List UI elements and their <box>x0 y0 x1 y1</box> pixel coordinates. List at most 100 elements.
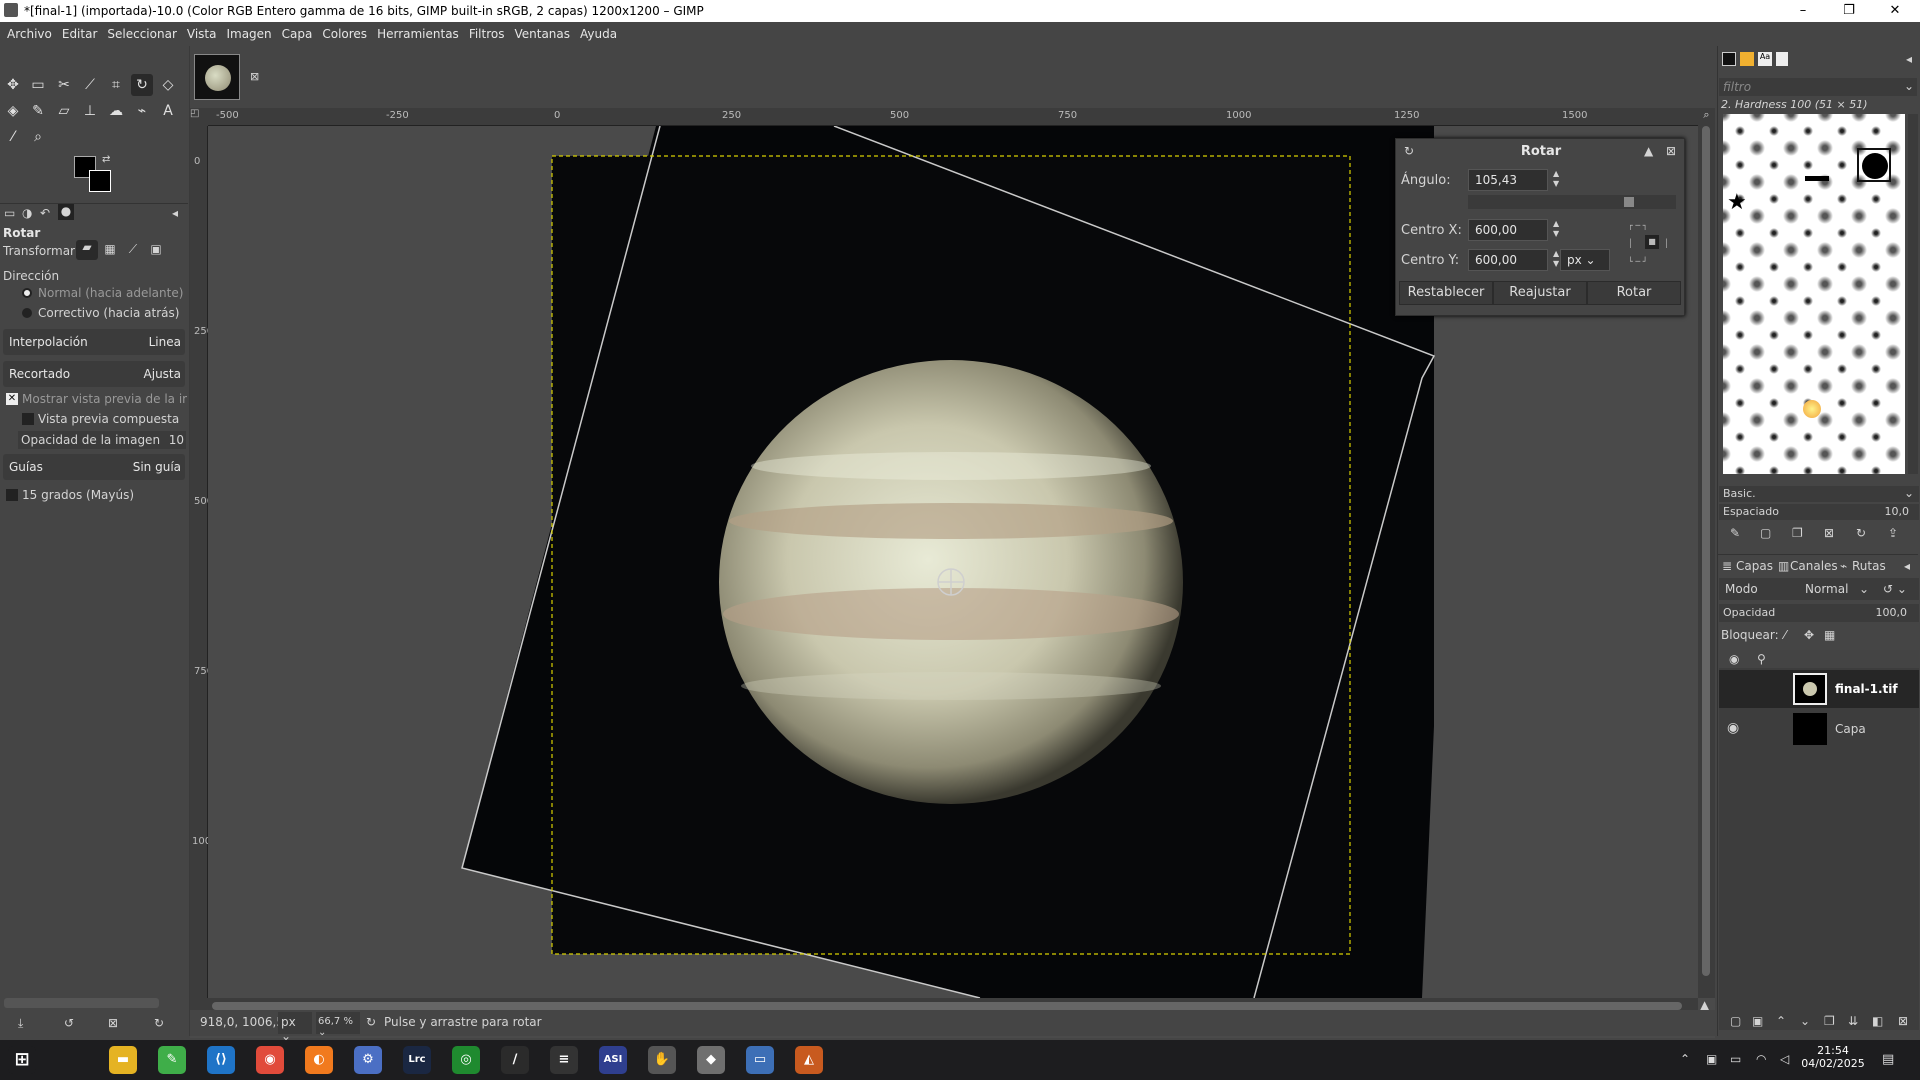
undo-history-tab-icon[interactable]: ↶ <box>40 206 50 220</box>
layer-row[interactable]: ◉ Capa <box>1719 710 1919 748</box>
layer-row[interactable]: final-1.tif <box>1719 670 1919 708</box>
edit-brush-icon[interactable]: ✎ <box>1730 526 1740 540</box>
taskbar-lightroom-icon[interactable]: Lrc <box>403 1046 431 1074</box>
taskbar-app3-icon[interactable]: ∕ <box>501 1046 529 1074</box>
degrees-15-checkbox[interactable] <box>6 489 18 501</box>
text-tool-icon[interactable]: A <box>157 100 179 122</box>
duplicate-layer-icon[interactable]: ❐ <box>1824 1014 1835 1028</box>
layers-dock-menu-icon[interactable]: ◂ <box>1904 559 1910 573</box>
center-y-spin-icon[interactable]: ▲ ▼ <box>1553 249 1559 269</box>
document-history-tab-icon[interactable] <box>1776 52 1788 66</box>
spacing-slider[interactable]: Espaciado 10,0 <box>1719 504 1919 520</box>
clipping-select[interactable]: Recortado Ajusta <box>3 361 185 387</box>
delete-layer-icon[interactable]: ⊠ <box>1898 1014 1908 1028</box>
menu-ayuda[interactable]: Ayuda <box>575 22 622 46</box>
unit-select[interactable]: px ⌄ <box>1560 249 1610 271</box>
color-picker-icon[interactable]: ⁄ <box>2 126 24 148</box>
taskbar-vscode-icon[interactable]: ⟨⟩ <box>207 1046 235 1074</box>
battery-icon[interactable]: ▭ <box>1730 1052 1741 1066</box>
swap-colors-icon[interactable]: ⇄ <box>102 154 110 165</box>
interpolation-select[interactable]: Interpolación Linea <box>3 329 185 355</box>
menu-vista[interactable]: Vista <box>182 22 222 46</box>
new-layer-icon[interactable]: ▢ <box>1730 1014 1741 1028</box>
ruler-corner-icon[interactable]: ◰ <box>190 108 208 126</box>
taskbar-app5-icon[interactable]: ✋ <box>648 1046 676 1074</box>
rotate-button[interactable]: Rotar <box>1587 281 1681 305</box>
taskbar-gimp-icon[interactable]: ◆ <box>697 1046 725 1074</box>
reset-button[interactable]: Restablecer <box>1399 281 1493 305</box>
new-brush-icon[interactable]: ▢ <box>1760 526 1771 540</box>
menu-colores[interactable]: Colores <box>317 22 372 46</box>
tab-layers[interactable]: Capas <box>1736 559 1773 573</box>
menu-herramientas[interactable]: Herramientas <box>372 22 464 46</box>
device-status-tab-icon[interactable]: ◑ <box>22 206 32 220</box>
duplicate-brush-icon[interactable]: ❐ <box>1792 526 1803 540</box>
brush-filter-input[interactable]: filtro <box>1719 78 1917 96</box>
angle-spin-icon[interactable]: ▲ ▼ <box>1553 169 1559 189</box>
menu-filtros[interactable]: Filtros <box>464 22 510 46</box>
tab-paths[interactable]: Rutas <box>1852 559 1886 573</box>
pivot-selector[interactable]: ┌ ─ ┐ │ ■ │ └ ─ ┘ <box>1628 219 1678 271</box>
guides-select[interactable]: Guías Sin guía <box>3 454 185 480</box>
save-options-icon[interactable]: ⤓ <box>18 1016 23 1031</box>
brush-scrollbar[interactable] <box>1908 114 1918 474</box>
dock-menu-icon[interactable]: ◂ <box>172 206 178 220</box>
status-unit-select[interactable]: px ⌄ <box>278 1012 312 1043</box>
taskbar-firefox-icon[interactable]: ◐ <box>305 1046 333 1074</box>
paths-tool-icon[interactable]: ⌁ <box>131 100 153 122</box>
angle-slider[interactable] <box>1468 195 1676 209</box>
menu-capa[interactable]: Capa <box>277 22 318 46</box>
minimize-button[interactable]: – <box>1780 0 1826 22</box>
perspective-tool-icon[interactable]: ◇ <box>157 74 179 96</box>
merge-layer-icon[interactable]: ⇊ <box>1848 1014 1858 1028</box>
show-preview-checkbox[interactable]: ✕ <box>6 393 18 405</box>
rect-select-tool-icon[interactable]: ▭ <box>27 74 49 96</box>
direction-corrective-radio[interactable] <box>22 308 32 318</box>
readjust-button[interactable]: Reajustar <box>1493 281 1587 305</box>
center-x-spin-icon[interactable]: ▲ ▼ <box>1553 219 1559 239</box>
lock-alpha-icon[interactable]: ▦ <box>1824 628 1835 642</box>
image-tab-thumbnail[interactable] <box>194 54 240 100</box>
menu-seleccionar[interactable]: Seleccionar <box>102 22 181 46</box>
toolbox-scrollbar[interactable] <box>4 998 159 1008</box>
taskbar-app6-icon[interactable]: ▭ <box>746 1046 774 1074</box>
taskbar-app1-icon[interactable]: ⚙ <box>354 1046 382 1074</box>
transform-path-icon[interactable]: ⟋ <box>124 242 142 257</box>
horizontal-scroll-thumb[interactable] <box>212 1002 1682 1010</box>
taskbar-chrome-icon[interactable]: ◉ <box>256 1046 284 1074</box>
raise-layer-icon[interactable]: ⌃ <box>1776 1014 1786 1028</box>
reset-options-icon[interactable]: ↻ <box>154 1016 164 1030</box>
bucket-fill-icon[interactable]: ◈ <box>2 100 24 122</box>
taskbar-app4-icon[interactable]: ≡ <box>550 1046 578 1074</box>
transform-layer-icon[interactable]: ▰ <box>76 240 98 260</box>
close-image-tab-icon[interactable]: ⊠ <box>250 70 259 83</box>
clone-icon[interactable]: ⊥ <box>79 100 101 122</box>
notifications-icon[interactable]: ▤ <box>1882 1052 1894 1067</box>
angle-input[interactable]: 105,43 <box>1468 169 1548 191</box>
selected-brush-cell[interactable] <box>1857 148 1891 182</box>
open-brush-icon[interactable]: ⇪ <box>1888 526 1898 540</box>
tray-app-icon[interactable]: ▣ <box>1706 1052 1717 1066</box>
taskbar-notepad-icon[interactable]: ✎ <box>158 1046 186 1074</box>
brushes-dock-menu-icon[interactable]: ◂ <box>1906 52 1912 66</box>
center-x-input[interactable]: 600,00 <box>1468 219 1548 241</box>
angle-slider-knob[interactable] <box>1624 197 1634 207</box>
maximize-button[interactable]: ❐ <box>1826 0 1872 22</box>
lock-position-icon[interactable]: ✥ <box>1804 628 1814 642</box>
menu-archivo[interactable]: Archivo <box>0 22 57 46</box>
taskbar-asi-icon[interactable]: ASI <box>599 1046 627 1074</box>
close-button[interactable]: ✕ <box>1872 0 1918 22</box>
restore-options-icon[interactable]: ↺ <box>64 1016 74 1030</box>
delete-options-icon[interactable]: ⊠ <box>108 1016 118 1030</box>
tool-options-tab-icon[interactable]: ▭ <box>4 206 15 220</box>
image-opacity-slider[interactable]: Opacidad de la imagen 10 <box>18 431 186 449</box>
mode-reset-icon[interactable]: ↺ ⌄ <box>1883 582 1907 596</box>
images-tab-icon[interactable]: ● <box>58 204 74 220</box>
taskbar-files-icon[interactable]: ▬ <box>109 1046 137 1074</box>
mode-select[interactable]: Modo Normal ⌄ ↺ ⌄ <box>1719 578 1919 600</box>
refresh-brushes-icon[interactable]: ↻ <box>1856 526 1866 540</box>
rotate-dialog-close-icon[interactable]: ⊠ <box>1666 144 1676 158</box>
clock[interactable]: 21:54 04/02/2025 <box>1800 1044 1866 1070</box>
zoom-select[interactable]: 66,7 % ⌄ <box>316 1012 360 1038</box>
new-group-icon[interactable]: ▣ <box>1752 1014 1763 1028</box>
